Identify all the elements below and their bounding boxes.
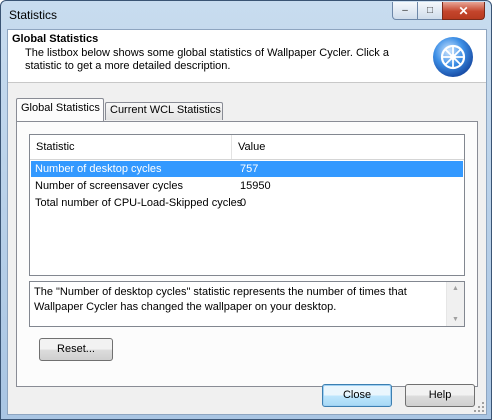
- header-description: The listbox below shows some global stat…: [25, 47, 389, 72]
- maximize-button[interactable]: □: [417, 2, 443, 20]
- description-scrollbar[interactable]: ▲ ▼: [446, 282, 464, 326]
- tab-global-statistics[interactable]: Global Statistics: [16, 98, 104, 121]
- dialog-client-area: Global Statistics The listbox below show…: [7, 29, 487, 415]
- listview-header: Statistic Value: [30, 135, 464, 160]
- statistic-description-box[interactable]: The "Number of desktop cycles" statistic…: [29, 281, 465, 327]
- scroll-down-icon[interactable]: ▼: [452, 316, 459, 323]
- maximize-icon: □: [426, 5, 434, 16]
- tab-panel-global-statistics: Statistic Value Number of desktop cycles…: [16, 121, 478, 387]
- wallpaper-cycler-logo-icon: [433, 37, 473, 77]
- close-button[interactable]: Close: [322, 384, 392, 407]
- list-row-screensaver-cycles[interactable]: Number of screensaver cycles 15950: [31, 178, 463, 194]
- header-title: Global Statistics: [12, 33, 99, 45]
- statistics-listview[interactable]: Statistic Value Number of desktop cycles…: [29, 134, 465, 276]
- minimize-icon: –: [402, 5, 408, 16]
- statistics-window: Statistics – □ ✕ Global Statistics The l…: [0, 0, 492, 420]
- resize-grip-icon[interactable]: [474, 402, 484, 412]
- statistic-value: 757: [240, 163, 259, 175]
- tab-current-wcl-statistics[interactable]: Current WCL Statistics: [105, 102, 223, 120]
- close-window-button[interactable]: ✕: [442, 2, 485, 20]
- statistic-value: 0: [240, 197, 247, 209]
- column-header-statistic[interactable]: Statistic: [30, 135, 232, 159]
- title-bar[interactable]: Statistics – □ ✕: [1, 1, 491, 29]
- statistic-description-text: The "Number of desktop cycles" statistic…: [34, 286, 407, 313]
- statistic-name: Total number of CPU-Load-Skipped cycles: [35, 197, 243, 209]
- statistic-name: Number of screensaver cycles: [35, 180, 183, 192]
- window-title: Statistics: [9, 8, 58, 22]
- statistic-value: 15950: [240, 180, 271, 192]
- list-row-desktop-cycles[interactable]: Number of desktop cycles 757: [31, 161, 463, 177]
- minimize-button[interactable]: –: [392, 2, 418, 20]
- column-header-value[interactable]: Value: [232, 135, 464, 159]
- reset-button[interactable]: Reset...: [39, 338, 113, 361]
- header-panel: Global Statistics The listbox below show…: [8, 30, 486, 83]
- list-row-cpu-load-skipped[interactable]: Total number of CPU-Load-Skipped cycles …: [31, 195, 463, 211]
- statistic-name: Number of desktop cycles: [35, 163, 162, 175]
- close-icon: ✕: [458, 3, 469, 18]
- scroll-up-icon[interactable]: ▲: [452, 285, 459, 292]
- help-button[interactable]: Help: [405, 384, 475, 407]
